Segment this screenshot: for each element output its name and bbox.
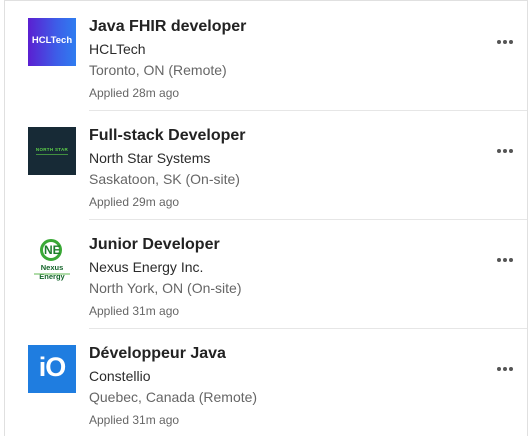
company-logo-constellio[interactable]: iO [28,345,76,393]
logo-text: iO [38,352,67,382]
applied-jobs-list: HCLTech Java FHIR developer HCLTech Toro… [4,0,528,436]
more-options-icon [496,358,514,375]
job-list-item[interactable]: iO Développeur Java Constellio Quebec, C… [5,329,527,437]
company-logo-hcltech[interactable]: HCLTech [28,18,76,66]
company-logo-north-star[interactable]: NORTH STAR [28,127,76,175]
logo-underline [36,154,68,155]
job-title[interactable]: Junior Developer [89,235,242,255]
more-options-button[interactable] [493,30,517,54]
company-logo-nexus-energy[interactable]: NE Nexus Energy [28,236,76,284]
more-options-button[interactable] [493,357,517,381]
logo-text: HCLTech [31,35,73,46]
job-title[interactable]: Java FHIR developer [89,17,246,37]
logo-text: NORTH STAR [35,147,69,152]
job-location: North York, ON (On-site) [89,280,242,296]
company-name: North Star Systems [89,150,211,166]
job-details: Java FHIR developer HCLTech Toronto, ON … [89,17,246,101]
job-location: Saskatoon, SK (On-site) [89,171,240,187]
more-options-icon [496,140,514,157]
applied-status: Applied 29m ago [89,195,180,209]
logo-tagline [34,273,70,275]
more-options-icon [496,249,514,266]
company-name: Constellio [89,368,151,384]
job-list-item[interactable]: NORTH STAR Full-stack Developer North St… [5,111,527,220]
job-location: Toronto, ON (Remote) [89,62,227,78]
more-options-icon [496,31,514,48]
nexus-mark-icon: NE [40,239,62,261]
applied-status: Applied 31m ago [89,304,180,318]
applied-status: Applied 31m ago [89,413,180,427]
applied-status: Applied 28m ago [89,86,180,100]
company-name: Nexus Energy Inc. [89,259,204,275]
job-details: Full-stack Developer North Star Systems … [89,126,246,210]
job-location: Quebec, Canada (Remote) [89,389,258,405]
company-name: HCLTech [89,41,146,57]
job-list-item[interactable]: NE Nexus Energy Junior Developer Nexus E… [5,220,527,329]
job-title[interactable]: Développeur Java [89,344,257,364]
job-details: Développeur Java Constellio Quebec, Cana… [89,344,257,428]
logo-text: Nexus Energy [39,263,65,281]
job-details: Junior Developer Nexus Energy Inc. North… [89,235,242,319]
more-options-button[interactable] [493,139,517,163]
more-options-button[interactable] [493,248,517,272]
job-list-item[interactable]: HCLTech Java FHIR developer HCLTech Toro… [5,2,527,111]
job-title[interactable]: Full-stack Developer [89,126,246,146]
